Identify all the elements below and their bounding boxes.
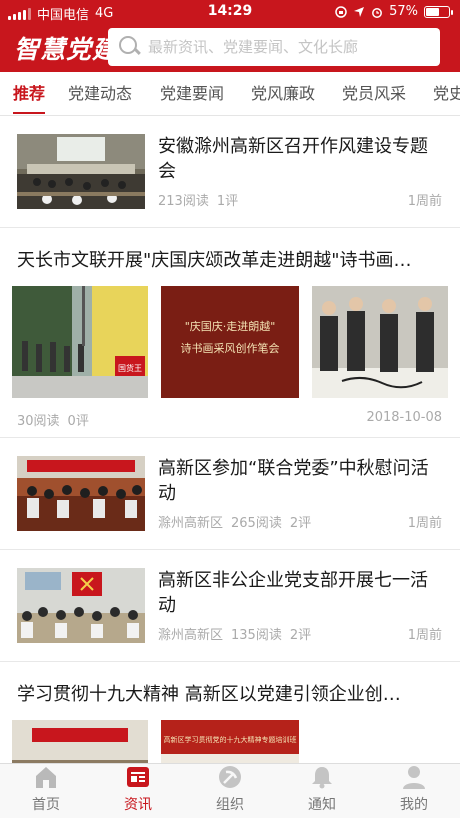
article-time: 1周前 — [407, 194, 442, 209]
article-meta: 30阅读 0评 — [17, 410, 89, 429]
tabbar-news[interactable]: 资讯 — [92, 764, 184, 818]
article-comments: 1评 — [216, 194, 239, 209]
article-image-1: 国货王 — [12, 286, 148, 398]
tabbar-organization-label: 组织 — [216, 797, 244, 813]
article-title[interactable]: 学习贯彻十九大精神 高新区以党建引领企业创… — [17, 682, 447, 707]
article-reads: 135阅读 — [231, 628, 282, 643]
article-image-3 — [312, 286, 448, 398]
article-title[interactable]: 高新区非公企业党支部开展七一活动 — [158, 568, 443, 618]
tabbar-home-label: 首页 — [32, 797, 60, 813]
category-tabs: 推荐 党建动态 党建要闻 党风廉政 党员风采 党史 — [0, 72, 460, 116]
search-bar[interactable] — [108, 28, 440, 66]
user-icon — [403, 766, 425, 789]
tab-member-style[interactable]: 党员风采 — [342, 72, 406, 115]
news-item[interactable]: 高新区非公企业党支部开展七一活动 滁州高新区 135阅读 2评 1周前 — [0, 550, 460, 662]
news-icon — [127, 767, 149, 787]
article-source: 滁州高新区 — [158, 628, 224, 643]
location-icon — [354, 6, 365, 17]
search-input[interactable] — [148, 38, 428, 56]
article-image-2: "庆国庆·走进朗越" 诗书画采风创作笔会 — [161, 286, 299, 398]
article-thumbnail — [17, 456, 145, 531]
article-title[interactable]: 高新区参加“联合党委”中秋慰问活动 — [158, 456, 443, 506]
news-item[interactable]: 高新区参加“联合党委”中秋慰问活动 滁州高新区 265阅读 2评 1周前 — [0, 438, 460, 550]
article-thumbnail — [17, 568, 145, 643]
tabbar-organization[interactable]: 组织 — [184, 764, 276, 818]
alarm-icon — [372, 7, 383, 18]
tabbar-profile-label: 我的 — [400, 797, 428, 813]
tabbar-news-label: 资讯 — [124, 797, 152, 813]
article-meta: 滁州高新区 135阅读 2评 — [158, 624, 311, 643]
tab-integrity[interactable]: 党风廉政 — [251, 72, 315, 115]
article-reads: 213阅读 — [158, 194, 209, 209]
banner-text-2: 诗书画采风创作笔会 — [181, 341, 280, 355]
tabbar-home[interactable]: 首页 — [0, 764, 92, 818]
tabbar-profile[interactable]: 我的 — [368, 764, 460, 818]
article-comments: 2评 — [289, 516, 312, 531]
tab-party-news[interactable]: 党建动态 — [68, 72, 132, 115]
article-image-1 — [12, 720, 148, 763]
app-logo: 智慧党建 — [14, 35, 119, 64]
article-source: 滁州高新区 — [158, 516, 224, 531]
news-item[interactable]: 天长市文联开展"庆国庆颂改革走进朗越"诗书画… 国货王 "庆国庆·走进朗越" 诗… — [0, 228, 460, 438]
banner-text-1: "庆国庆·走进朗越" — [185, 319, 276, 333]
article-time: 1周前 — [407, 628, 442, 643]
battery-percent: 57% — [389, 4, 418, 19]
tab-party-history[interactable]: 党史 — [433, 72, 460, 115]
article-reads: 30阅读 — [17, 414, 60, 429]
article-comments: 0评 — [67, 414, 89, 429]
article-title[interactable]: 安徽滁州高新区召开作风建设专题会 — [158, 134, 443, 184]
news-item[interactable]: 安徽滁州高新区召开作风建设专题会 213阅读 1评 1周前 — [0, 116, 460, 228]
battery-icon — [424, 5, 453, 18]
banner-text-2: 高新区学习贯彻党的十九大精神专题培训班 — [164, 735, 297, 744]
article-reads: 265阅读 — [231, 516, 282, 531]
tab-party-highlights[interactable]: 党建要闻 — [160, 72, 224, 115]
article-comments: 2评 — [289, 628, 312, 643]
app-header: 中国电信 4G 14:29 57% 智慧党建 — [0, 0, 460, 72]
sign-text: 国货王 — [118, 363, 142, 373]
tabbar-notifications-label: 通知 — [308, 797, 336, 813]
article-meta: 213阅读 1评 — [158, 190, 238, 209]
article-image-2: 高新区学习贯彻党的十九大精神专题培训班 — [161, 720, 299, 763]
search-icon — [118, 35, 142, 59]
bottom-tab-bar: 首页 资讯 组织 通知 我的 — [0, 763, 460, 818]
article-time: 1周前 — [407, 516, 442, 531]
news-item[interactable]: 学习贯彻十九大精神 高新区以党建引领企业创… 高新区学习贯彻党的十九大精神专题培… — [0, 662, 460, 763]
home-icon — [36, 767, 56, 788]
orientation-lock-icon — [335, 5, 347, 18]
article-meta: 滁州高新区 265阅读 2评 — [158, 512, 311, 531]
article-time: 2018-10-08 — [366, 410, 442, 425]
article-thumbnail — [17, 134, 145, 209]
party-emblem-icon — [219, 766, 241, 788]
battery-fill — [426, 7, 439, 16]
tab-recommend[interactable]: 推荐 — [13, 72, 46, 115]
article-title[interactable]: 天长市文联开展"庆国庆颂改革走进朗越"诗书画… — [17, 248, 447, 273]
status-bar: 中国电信 4G 14:29 57% — [0, 0, 460, 24]
news-feed[interactable]: 安徽滁州高新区召开作风建设专题会 213阅读 1评 1周前 天长市文联开展"庆国… — [0, 116, 460, 763]
tabbar-notifications[interactable]: 通知 — [276, 764, 368, 818]
bell-icon — [312, 767, 332, 789]
